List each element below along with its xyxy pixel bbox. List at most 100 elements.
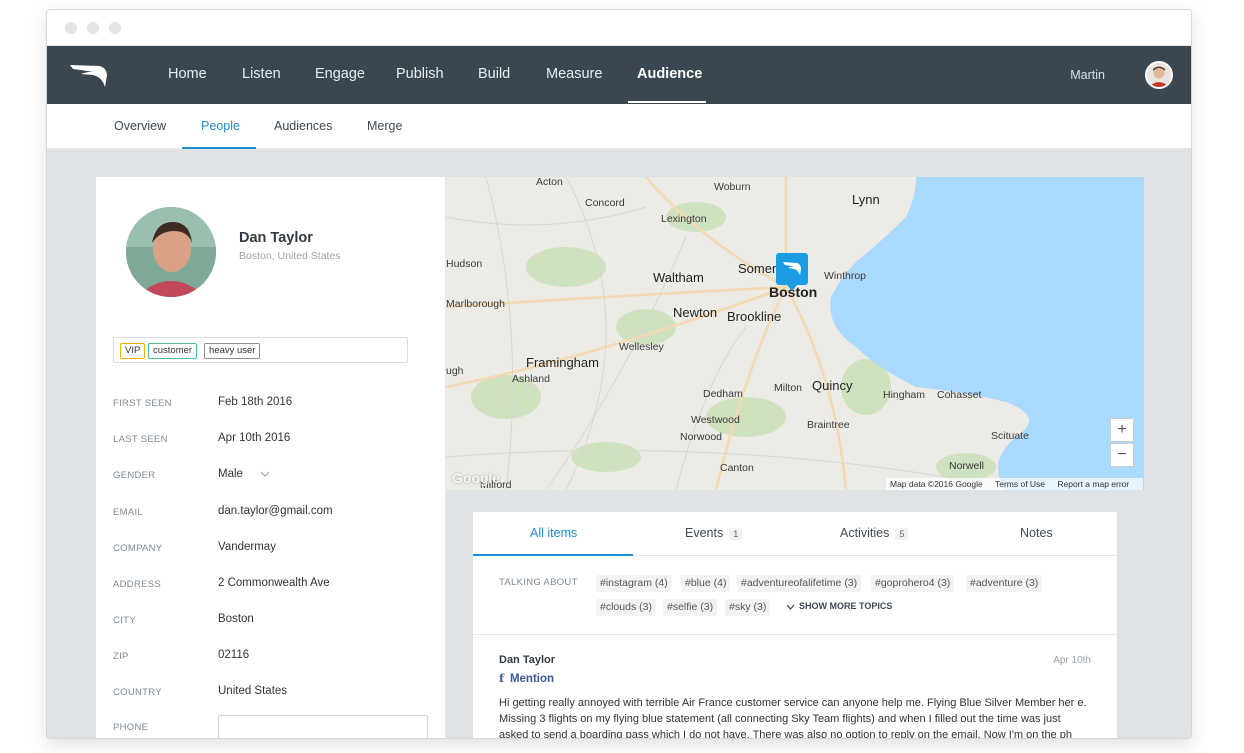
map-label-woburn: Woburn — [714, 181, 751, 193]
map-label-lexington: Lexington — [661, 213, 707, 225]
tab-all-items[interactable]: All items — [530, 526, 577, 540]
country-value: United States — [218, 685, 288, 697]
tab-all-items-label: All items — [530, 526, 578, 540]
feed-tab-active-indicator — [473, 554, 633, 556]
city-label: CITY — [113, 615, 136, 626]
topic-tag[interactable]: #blue (4) — [681, 575, 731, 592]
map-label-waltham: Waltham — [653, 270, 704, 285]
map-background — [446, 177, 1144, 490]
tab-events[interactable]: Events 1 — [685, 526, 743, 540]
map-label-ashland: Ashland — [512, 373, 550, 385]
zip-label: ZIP — [113, 651, 129, 662]
sub-navbar: Overview People Audiences Merge — [47, 104, 1191, 149]
post-type-label: Mention — [509, 673, 555, 685]
map-label-norwood: Norwood — [680, 431, 723, 443]
profile-photo — [126, 207, 216, 297]
post-author[interactable]: Dan Taylor — [499, 654, 555, 666]
user-avatar-image — [1147, 63, 1171, 87]
nav-measure[interactable]: Measure — [546, 66, 602, 82]
nav-listen[interactable]: Listen — [242, 66, 281, 82]
chevron-down-icon — [260, 471, 270, 477]
close-window-button[interactable] — [65, 22, 77, 34]
tab-activities[interactable]: Activities 5 — [840, 526, 909, 540]
address-value: 2 Commonwealth Ave — [218, 577, 330, 589]
nav-audience[interactable]: Audience — [637, 66, 702, 82]
topic-tag[interactable]: #sky (3) — [725, 599, 771, 616]
location-pin[interactable] — [776, 253, 808, 291]
first-seen-label: FIRST SEEN — [113, 398, 172, 409]
tab-activities-count: 5 — [895, 528, 909, 540]
email-label: EMAIL — [113, 507, 144, 518]
last-seen-label: LAST SEEN — [113, 434, 168, 445]
map-label-brookline: Brookline — [727, 309, 782, 324]
map-label-norwell: Norwell — [949, 460, 985, 472]
map-label-milton: Milton — [774, 382, 803, 394]
tag-vip[interactable]: VIP — [120, 343, 146, 359]
subnav-people[interactable]: People — [201, 119, 240, 133]
topic-tag[interactable]: #goprohero4 (3) — [871, 575, 955, 592]
minimize-window-button[interactable] — [87, 22, 99, 34]
tab-notes[interactable]: Notes — [1020, 526, 1053, 540]
map-data-credit: Map data ©2016 Google — [890, 479, 983, 489]
profile-photo-image — [126, 207, 216, 297]
nav-engage[interactable]: Engage — [315, 66, 365, 82]
map-footer: Map data ©2016 Google Terms of Use Repor… — [886, 478, 1144, 490]
nav-home[interactable]: Home — [168, 66, 207, 82]
topic-tag[interactable]: #adventure (3) — [966, 575, 1043, 592]
email-value: dan.taylor@gmail.com — [218, 505, 333, 517]
location-map[interactable]: Acton Woburn Lynn Concord Lexington Huds… — [446, 177, 1144, 490]
company-value: Vandermay — [218, 541, 276, 553]
map-label-quincy: Quincy — [812, 378, 853, 393]
topic-tag[interactable]: #instagram (4) — [596, 575, 672, 592]
map-label-westwood: Westwood — [691, 414, 740, 426]
user-avatar[interactable] — [1145, 61, 1173, 89]
topic-tag[interactable]: #adventureofalifetime (3) — [737, 575, 862, 592]
topic-tag[interactable]: #selfie (3) — [663, 599, 718, 616]
zoom-out-button[interactable]: − — [1110, 443, 1134, 467]
post-date: Apr 10th — [1053, 655, 1091, 666]
map-label-canton: Canton — [720, 462, 754, 474]
address-label: ADDRESS — [113, 579, 162, 590]
subnav-overview[interactable]: Overview — [114, 119, 166, 133]
first-seen-value: Feb 18th 2016 — [218, 396, 293, 408]
tag-heavy-user[interactable]: heavy user — [204, 343, 261, 359]
tab-activities-label: Activities — [840, 526, 890, 540]
map-label-cohasset: Cohasset — [937, 389, 982, 401]
phone-input[interactable] — [218, 715, 428, 738]
map-label-concord: Concord — [585, 197, 625, 209]
show-more-topics-button[interactable]: SHOW MORE TOPICS — [786, 601, 892, 611]
map-label-braintree: Braintree — [807, 419, 850, 431]
map-label-newton: Newton — [673, 305, 718, 320]
map-label-marlborough: Marlborough — [446, 298, 505, 310]
nav-publish[interactable]: Publish — [396, 66, 444, 82]
gender-select[interactable]: Male — [218, 468, 270, 480]
subnav-audiences[interactable]: Audiences — [274, 119, 332, 133]
user-name[interactable]: Martin — [1070, 68, 1105, 82]
talking-about-label: TALKING ABOUT — [499, 577, 578, 588]
company-label: COMPANY — [113, 543, 163, 554]
last-seen-value: Apr 10th 2016 — [218, 432, 291, 444]
map-terms-link[interactable]: Terms of Use — [995, 479, 1045, 489]
zoom-in-button[interactable]: + — [1110, 418, 1134, 442]
app-window: Home Listen Engage Publish Build Measure… — [46, 9, 1192, 739]
tab-events-label: Events — [685, 526, 724, 540]
nav-active-indicator — [628, 101, 706, 103]
nav-build[interactable]: Build — [478, 66, 510, 82]
zip-value: 02116 — [218, 649, 250, 661]
tags-box[interactable]: VIP customer heavy user — [113, 337, 408, 363]
topic-tag[interactable]: #clouds (3) — [596, 599, 656, 616]
wing-logo-icon[interactable] — [69, 63, 109, 89]
map-label-dedham: Dedham — [703, 388, 743, 400]
map-label-lynn: Lynn — [852, 192, 880, 207]
subnav-merge[interactable]: Merge — [367, 119, 402, 133]
facebook-icon: f — [499, 671, 504, 685]
map-report-link[interactable]: Report a map error — [1057, 479, 1129, 489]
map-label-framingham: Framingham — [526, 355, 599, 370]
map-label-scituate: Scituate — [991, 430, 1029, 442]
gender-label: GENDER — [113, 470, 156, 481]
tab-events-count: 1 — [729, 528, 743, 540]
map-label-hingham: Hingham — [883, 389, 926, 401]
tag-customer[interactable]: customer — [148, 343, 198, 359]
main-navbar: Home Listen Engage Publish Build Measure… — [47, 46, 1191, 104]
maximize-window-button[interactable] — [109, 22, 121, 34]
